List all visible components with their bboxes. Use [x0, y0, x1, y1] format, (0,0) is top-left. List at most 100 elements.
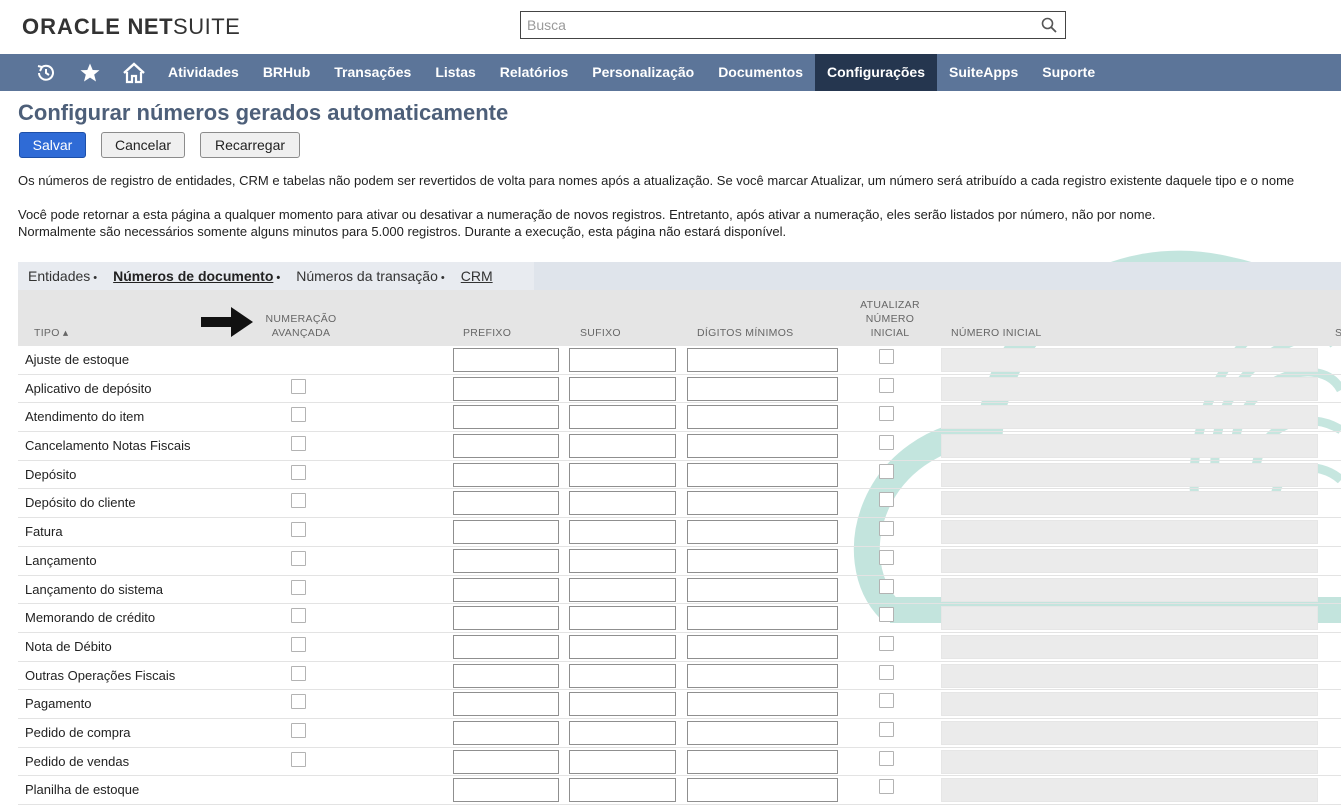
- tab-crm[interactable]: CRM: [451, 268, 499, 284]
- update-initial-number-checkbox[interactable]: [879, 349, 894, 364]
- update-initial-number-checkbox[interactable]: [879, 693, 894, 709]
- reload-button[interactable]: Recarregar: [200, 132, 300, 158]
- min-digits-input[interactable]: [687, 720, 838, 745]
- suffix-input[interactable]: [569, 663, 676, 688]
- min-digits-input[interactable]: [687, 778, 838, 803]
- prefix-input[interactable]: [453, 548, 559, 573]
- prefix-input[interactable]: [453, 462, 559, 487]
- nav-suporte[interactable]: Suporte: [1030, 54, 1107, 91]
- update-initial-number-checkbox[interactable]: [879, 664, 894, 680]
- prefix-input[interactable]: [453, 606, 559, 631]
- nav-listas[interactable]: Listas: [423, 54, 487, 91]
- advanced-numbering-checkbox[interactable]: [291, 608, 306, 624]
- prefix-input[interactable]: [453, 376, 559, 401]
- min-digits-input[interactable]: [687, 634, 838, 659]
- update-initial-number-checkbox[interactable]: [879, 721, 894, 737]
- min-digits-input[interactable]: [687, 548, 838, 573]
- prefix-input[interactable]: [453, 491, 559, 516]
- min-digits-input[interactable]: [687, 376, 838, 401]
- min-digits-input[interactable]: [687, 348, 838, 372]
- star-icon[interactable]: [68, 54, 112, 91]
- min-digits-input[interactable]: [687, 520, 838, 545]
- advanced-numbering-checkbox[interactable]: [291, 493, 306, 509]
- min-digits-input[interactable]: [687, 663, 838, 688]
- suffix-input[interactable]: [569, 520, 676, 545]
- suffix-input[interactable]: [569, 548, 676, 573]
- prefix-input[interactable]: [453, 348, 559, 372]
- tab-numeros-documento[interactable]: Números de documento •: [103, 268, 286, 284]
- nav-personalizacao[interactable]: Personalização: [580, 54, 706, 91]
- nav-transacoes[interactable]: Transações: [322, 54, 423, 91]
- nav-relatorios[interactable]: Relatórios: [488, 54, 580, 91]
- update-initial-number-checkbox[interactable]: [879, 463, 894, 479]
- advanced-numbering-checkbox[interactable]: [291, 436, 306, 452]
- suffix-input[interactable]: [569, 720, 676, 745]
- prefix-input[interactable]: [453, 663, 559, 688]
- update-initial-number-checkbox[interactable]: [879, 635, 894, 651]
- tab-numeros-transacao[interactable]: Números da transação •: [286, 268, 451, 284]
- advanced-numbering-checkbox[interactable]: [291, 636, 306, 652]
- min-digits-input[interactable]: [687, 577, 838, 602]
- suffix-input[interactable]: [569, 577, 676, 602]
- advanced-numbering-checkbox[interactable]: [291, 522, 306, 538]
- prefix-input[interactable]: [453, 778, 559, 803]
- advanced-numbering-checkbox[interactable]: [291, 694, 306, 710]
- min-digits-input[interactable]: [687, 692, 838, 717]
- prefix-input[interactable]: [453, 577, 559, 602]
- prefix-input[interactable]: [453, 520, 559, 545]
- suffix-input[interactable]: [569, 405, 676, 430]
- update-initial-number-checkbox[interactable]: [879, 750, 894, 766]
- prefix-input[interactable]: [453, 720, 559, 745]
- suffix-input[interactable]: [569, 376, 676, 401]
- prefix-input[interactable]: [453, 634, 559, 659]
- min-digits-input[interactable]: [687, 462, 838, 487]
- advanced-numbering-checkbox[interactable]: [291, 751, 306, 767]
- min-digits-input[interactable]: [687, 491, 838, 516]
- suffix-input[interactable]: [569, 634, 676, 659]
- nav-documentos[interactable]: Documentos: [706, 54, 815, 91]
- suffix-input[interactable]: [569, 749, 676, 774]
- update-initial-number-checkbox[interactable]: [879, 377, 894, 393]
- advanced-numbering-checkbox[interactable]: [291, 665, 306, 681]
- update-initial-number-checkbox[interactable]: [879, 607, 894, 623]
- suffix-input[interactable]: [569, 462, 676, 487]
- min-digits-input[interactable]: [687, 434, 838, 459]
- header-tipo[interactable]: TIPO ▴: [34, 326, 69, 340]
- prefix-input[interactable]: [453, 405, 559, 430]
- prefix-input[interactable]: [453, 692, 559, 717]
- min-digits-input[interactable]: [687, 606, 838, 631]
- suffix-input[interactable]: [569, 778, 676, 803]
- advanced-numbering-checkbox[interactable]: [291, 579, 306, 595]
- advanced-numbering-checkbox[interactable]: [291, 407, 306, 423]
- suffix-input[interactable]: [569, 491, 676, 516]
- prefix-input[interactable]: [453, 434, 559, 459]
- min-digits-input[interactable]: [687, 749, 838, 774]
- suffix-input[interactable]: [569, 692, 676, 717]
- prefix-input[interactable]: [453, 749, 559, 774]
- nav-suiteapps[interactable]: SuiteApps: [937, 54, 1030, 91]
- advanced-numbering-checkbox[interactable]: [291, 550, 306, 566]
- search-input[interactable]: [521, 12, 1033, 38]
- advanced-numbering-checkbox[interactable]: [291, 378, 306, 394]
- tab-entidades[interactable]: Entidades •: [18, 268, 103, 284]
- update-initial-number-checkbox[interactable]: [879, 549, 894, 565]
- oracle-netsuite-logo[interactable]: ORACLE NETSUITE: [22, 14, 240, 40]
- nav-atividades[interactable]: Atividades: [156, 54, 251, 91]
- min-digits-input[interactable]: [687, 405, 838, 430]
- advanced-numbering-checkbox[interactable]: [291, 722, 306, 738]
- update-initial-number-checkbox[interactable]: [879, 779, 894, 795]
- update-initial-number-checkbox[interactable]: [879, 492, 894, 508]
- recent-records-icon[interactable]: [24, 54, 68, 91]
- suffix-input[interactable]: [569, 606, 676, 631]
- suffix-input[interactable]: [569, 348, 676, 372]
- cancel-button[interactable]: Cancelar: [101, 132, 185, 158]
- nav-configuracoes[interactable]: Configurações: [814, 54, 937, 91]
- update-initial-number-checkbox[interactable]: [879, 521, 894, 537]
- suffix-input[interactable]: [569, 434, 676, 459]
- update-initial-number-checkbox[interactable]: [879, 435, 894, 451]
- home-icon[interactable]: [112, 54, 156, 91]
- search-icon[interactable]: [1041, 17, 1057, 33]
- update-initial-number-checkbox[interactable]: [879, 406, 894, 422]
- nav-brhub[interactable]: BRHub: [251, 54, 322, 91]
- advanced-numbering-checkbox[interactable]: [291, 464, 306, 480]
